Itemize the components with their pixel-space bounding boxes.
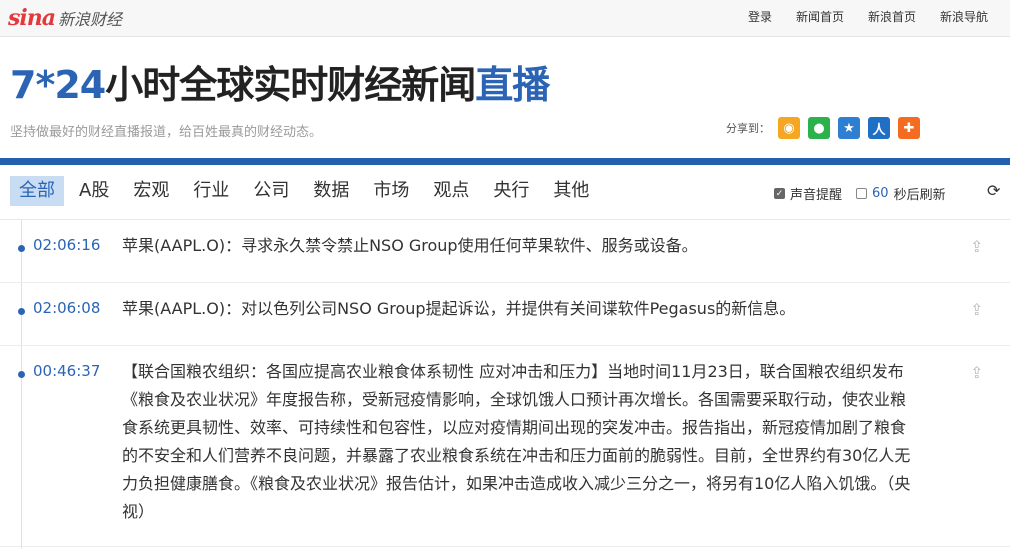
tab-3[interactable]: 行业	[184, 176, 238, 206]
share-news-icon[interactable]: ⇪	[970, 300, 988, 319]
tab-7[interactable]: 观点	[424, 176, 478, 206]
news-time: 02:06:16	[33, 236, 101, 254]
timeline-dot	[18, 308, 25, 315]
timeline-dot	[18, 371, 25, 378]
tab-2[interactable]: 宏观	[124, 176, 178, 206]
sound-checkbox[interactable]: ✓	[774, 188, 785, 199]
category-tabs: 全部 A股 宏观 行业 公司 数据 市场 观点 央行 其他	[10, 176, 604, 206]
header-divider	[0, 158, 1010, 165]
share-bar: 分享到： ◉ ● ★ 人 ✚	[726, 117, 928, 139]
sina-logo[interactable]: sina 新浪财经	[8, 4, 122, 32]
news-text: 苹果(AAPL.O)：对以色列公司NSO Group提起诉讼，并提供有关间谍软件…	[122, 299, 796, 318]
news-text: 苹果(AAPL.O)：寻求永久禁令禁止NSO Group使用任何苹果软件、服务或…	[122, 236, 698, 255]
share-news-icon[interactable]: ⇪	[970, 237, 988, 256]
sina-home-link[interactable]: 新浪首页	[868, 8, 916, 25]
tab-6[interactable]: 市场	[364, 176, 418, 206]
news-item: 02:06:16 苹果(AAPL.O)：寻求永久禁令禁止NSO Group使用任何…	[0, 220, 1010, 283]
top-bar: sina 新浪财经 登录 新闻首页 新浪首页 新浪导航	[0, 0, 1010, 37]
title-part-2: 小时全球实时财经新闻	[105, 63, 476, 107]
share-news-icon[interactable]: ⇪	[970, 363, 988, 382]
qzone-icon[interactable]: ★	[838, 117, 860, 139]
news-item: 00:46:37 【联合国粮农组织：各国应提高农业粮食体系韧性 应对冲击和压力】当…	[0, 346, 1010, 547]
news-text: 【联合国粮农组织：各国应提高农业粮食体系韧性 应对冲击和压力】当地时间11月23…	[122, 362, 911, 521]
refresh-label: 秒后刷新	[893, 188, 946, 203]
title-part-1: 7*24	[10, 63, 106, 107]
news-time: 00:46:37	[33, 362, 101, 380]
logo-brand: sina	[8, 5, 56, 31]
sound-label: 声音提醒	[790, 188, 843, 203]
tab-5[interactable]: 数据	[304, 176, 358, 206]
refresh-icon[interactable]: ⟳	[987, 181, 1000, 200]
title-part-3: 直播	[475, 63, 550, 107]
logo-subtitle: 新浪财经	[58, 10, 123, 29]
login-link[interactable]: 登录	[748, 8, 772, 25]
sina-nav-link[interactable]: 新浪导航	[940, 8, 988, 25]
tagline: 坚持做最好的财经直播报道，给百姓最真的财经动态。	[10, 125, 323, 140]
news-item: 02:06:08 苹果(AAPL.O)：对以色列公司NSO Group提起诉讼，并…	[0, 283, 1010, 346]
tab-1[interactable]: A股	[70, 176, 118, 206]
tab-row: 全部 A股 宏观 行业 公司 数据 市场 观点 央行 其他 ✓ 声音提醒 60 秒后刷新 ⟳	[0, 165, 1010, 220]
weibo-icon[interactable]: ◉	[778, 117, 800, 139]
wechat-icon[interactable]: ●	[808, 117, 830, 139]
top-nav: 登录 新闻首页 新浪首页 新浪导航	[724, 8, 988, 25]
feed-controls: ✓ 声音提醒 60 秒后刷新	[774, 184, 946, 203]
tab-8[interactable]: 央行	[484, 176, 538, 206]
news-time: 02:06:08	[33, 299, 101, 317]
share-label: 分享到：	[726, 122, 770, 135]
more-icon[interactable]: ✚	[898, 117, 920, 139]
tab-0[interactable]: 全部	[10, 176, 64, 206]
tab-4[interactable]: 公司	[244, 176, 298, 206]
tab-9[interactable]: 其他	[544, 176, 598, 206]
page-title: 7*24小时全球实时财经新闻直播	[10, 54, 550, 109]
renren-icon[interactable]: 人	[868, 117, 890, 139]
news-home-link[interactable]: 新闻首页	[796, 8, 844, 25]
news-feed: 02:06:16 苹果(AAPL.O)：寻求永久禁令禁止NSO Group使用任何…	[0, 220, 1010, 547]
refresh-seconds: 60	[872, 186, 889, 201]
auto-refresh-checkbox[interactable]	[856, 188, 868, 199]
timeline-dot	[18, 245, 25, 252]
